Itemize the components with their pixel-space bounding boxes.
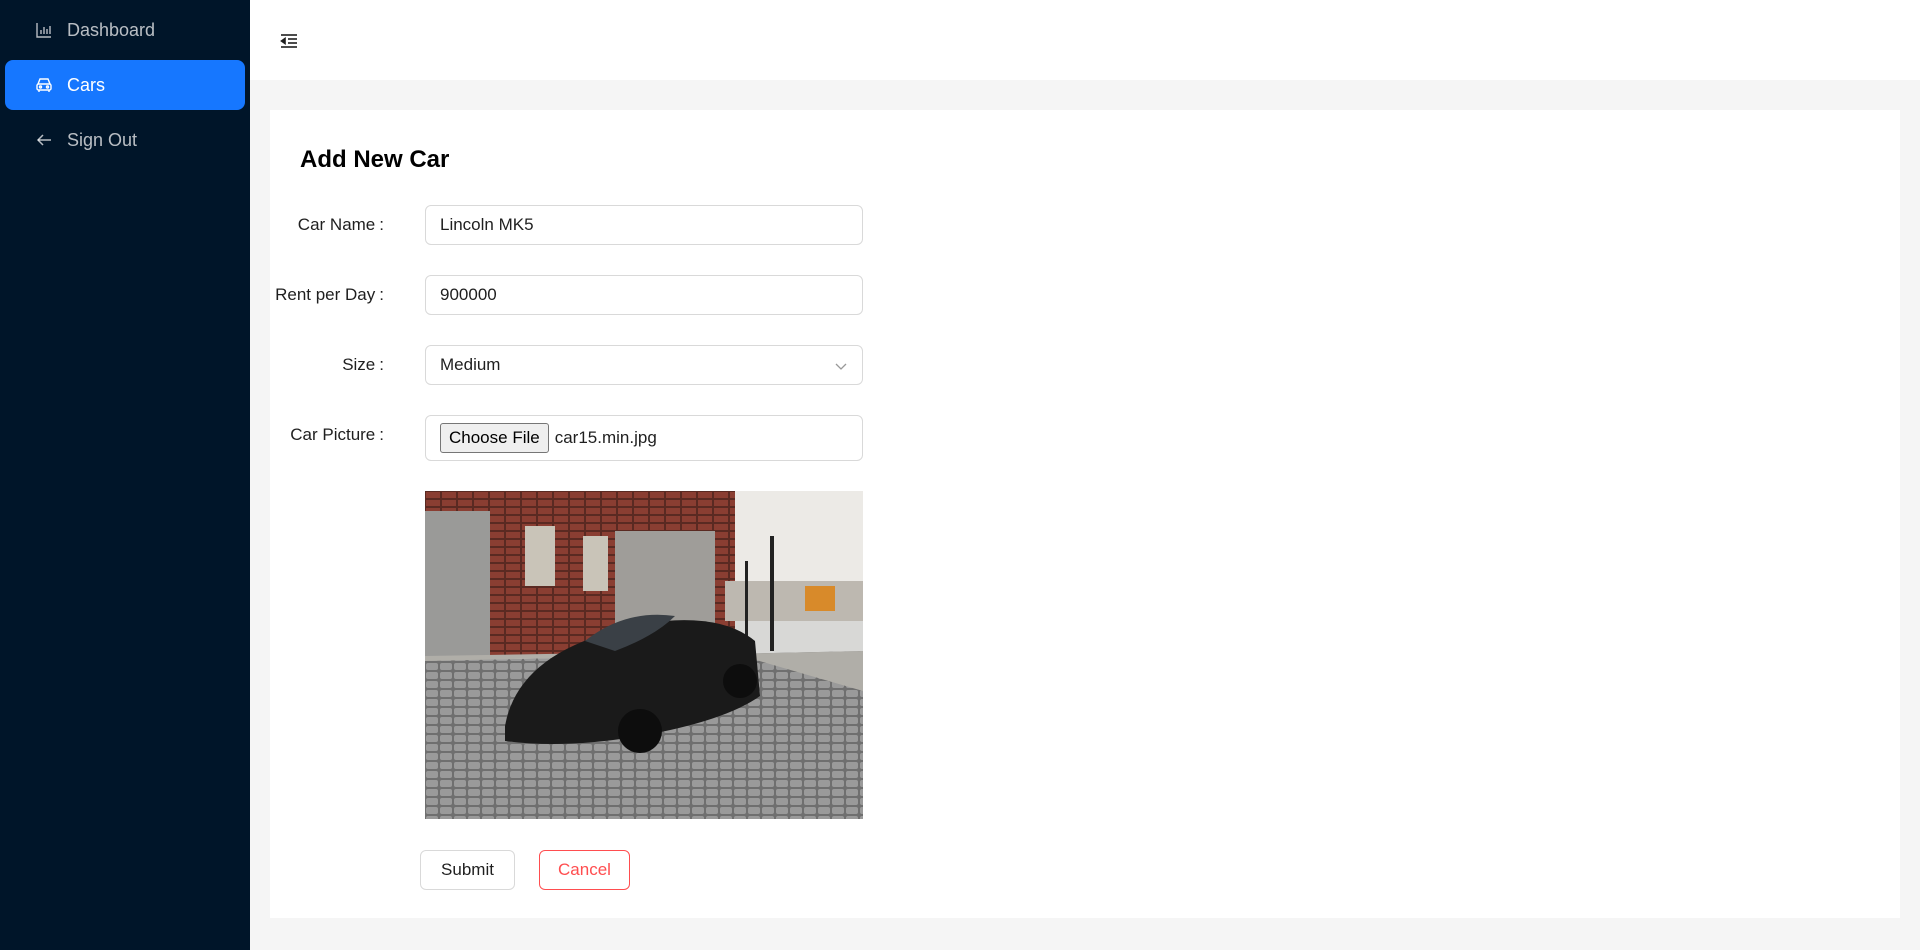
content-panel: Add New Car Car Name Rent per Day Size M… (270, 110, 1900, 918)
sidebar-item-label: Dashboard (67, 19, 156, 40)
car-name-label: Car Name (298, 205, 384, 245)
car-photo (425, 491, 863, 819)
rent-row: Rent per Day (270, 275, 1170, 315)
chevron-down-icon (835, 363, 847, 370)
sidebar-item-dashboard[interactable]: Dashboard (5, 5, 245, 55)
cancel-button[interactable]: Cancel (539, 850, 630, 890)
sidebar-item-sign-out[interactable]: Sign Out (5, 115, 245, 165)
picture-file-input: Choose File car15.min.jpg (425, 415, 863, 461)
car-name-row: Car Name (270, 205, 1170, 245)
file-name: car15.min.jpg (554, 428, 657, 447)
menu-fold-icon (280, 34, 297, 48)
submit-button[interactable]: Submit (420, 850, 515, 890)
size-select[interactable]: Medium (425, 345, 863, 385)
size-selected-value: Medium (440, 355, 501, 374)
sidebar-item-cars[interactable]: Cars (5, 60, 245, 110)
menu-fold-button[interactable] (278, 30, 300, 52)
bar-chart-icon (35, 21, 53, 39)
top-header (250, 0, 1920, 80)
sidebar-item-label: Cars (67, 74, 106, 95)
sidebar-item-label: Sign Out (67, 129, 138, 150)
picture-row: Car Picture Choose File car15.min.jpg (270, 415, 1170, 461)
rent-label: Rent per Day (275, 275, 384, 315)
sidebar: Dashboard Cars Sign Out (0, 0, 250, 950)
car-image-preview (425, 491, 863, 819)
car-name-input[interactable] (425, 205, 863, 245)
page-title: Add New Car (300, 146, 450, 173)
size-label: Size (342, 345, 384, 385)
choose-file-button[interactable]: Choose File (440, 423, 549, 453)
arrow-left-icon (35, 131, 53, 149)
rent-input[interactable] (425, 275, 863, 315)
car-icon (35, 76, 53, 94)
picture-label: Car Picture (290, 415, 384, 455)
size-row: Size Medium (270, 345, 1170, 385)
